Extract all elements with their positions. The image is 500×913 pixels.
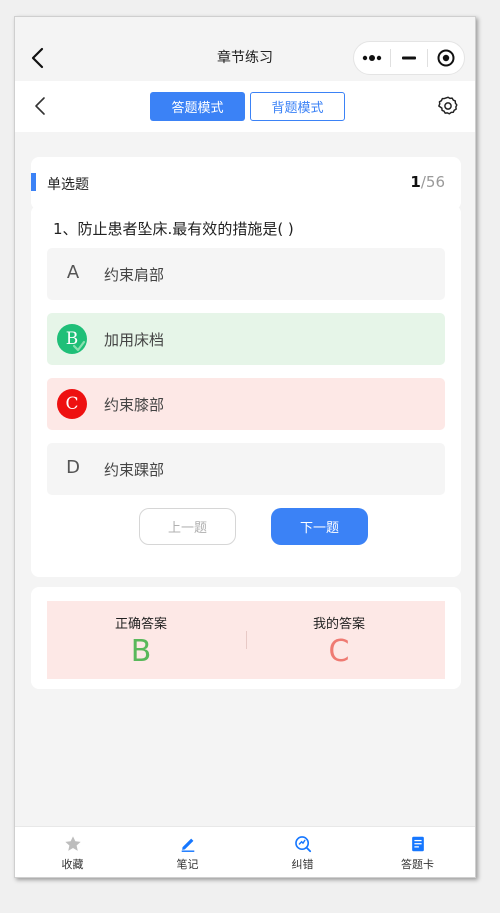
- question-text: 1、防止患者坠床.最有效的措施是( ): [53, 220, 294, 238]
- target-circle-icon: [437, 49, 455, 67]
- option-text: 约束膝部: [104, 396, 165, 414]
- question-progress: 1/56: [410, 173, 445, 191]
- option-text: 约束肩部: [104, 266, 165, 284]
- option-text: 加用床档: [104, 331, 165, 349]
- option-d[interactable]: D 约束踝部: [47, 443, 445, 495]
- tab-label: 答题卡: [401, 858, 434, 871]
- option-letter: A: [66, 262, 80, 283]
- tab-favorite[interactable]: 收藏: [15, 827, 130, 877]
- option-c-wrong[interactable]: C 约束膝部: [47, 378, 445, 430]
- option-letter: D: [66, 457, 80, 478]
- progress-current: 1: [410, 173, 421, 191]
- close-miniprogram-button[interactable]: [428, 42, 464, 74]
- result-divider: [246, 631, 247, 649]
- minimize-button[interactable]: [391, 42, 427, 74]
- minus-icon: [402, 56, 416, 60]
- top-bar: 章节练习: [15, 17, 475, 81]
- more-button[interactable]: [354, 42, 390, 74]
- my-answer-value: C: [328, 634, 350, 669]
- bottom-tab-bar: 收藏 笔记 纠错 答题卡: [15, 826, 475, 877]
- capsule-menu: [353, 41, 465, 75]
- chevron-left-icon[interactable]: [33, 96, 47, 116]
- question-type-card: 单选题 1/56: [31, 157, 461, 210]
- star-icon: [64, 836, 81, 851]
- tab-correction[interactable]: 纠错: [245, 827, 360, 877]
- answer-result-box: 正确答案 B 我的答案 C: [47, 601, 445, 679]
- answer-card-icon: [411, 836, 424, 852]
- option-b-correct[interactable]: B 加用床档: [47, 313, 445, 365]
- answer-mode-button[interactable]: 答题模式: [150, 92, 245, 121]
- accent-bar: [31, 173, 36, 191]
- correct-answer-label: 正确答案: [114, 617, 167, 632]
- option-a[interactable]: A 约束肩部: [47, 248, 445, 300]
- tab-label: 笔记: [176, 858, 199, 871]
- question-card: 1、防止患者坠床.最有效的措施是( ) A 约束肩部 B 加用床档 C 约束膝部…: [31, 205, 461, 577]
- phone-frame: 章节练习 答题模式 背题模式 单选题 1/56 1、防止患者坠床.最有效的措施是…: [14, 16, 476, 878]
- tab-notes[interactable]: 笔记: [130, 827, 245, 877]
- settings-gear-icon[interactable]: [437, 95, 459, 117]
- tab-label: 收藏: [61, 858, 84, 871]
- correction-icon: [294, 836, 311, 853]
- tab-answer-card[interactable]: 答题卡: [360, 827, 475, 877]
- my-answer-block: 我的答案 C: [279, 613, 399, 669]
- tab-label: 纠错: [291, 858, 314, 871]
- pencil-icon: [181, 838, 194, 852]
- previous-question-button[interactable]: 上一题: [139, 508, 236, 545]
- recite-mode-button[interactable]: 背题模式: [250, 92, 345, 121]
- correct-answer-value: B: [130, 634, 152, 669]
- correct-answer-block: 正确答案 B: [81, 613, 201, 669]
- next-question-button[interactable]: 下一题: [271, 508, 368, 545]
- wrong-option-badge: C: [57, 389, 87, 419]
- answer-result-card: 正确答案 B 我的答案 C: [31, 587, 461, 689]
- checkmark-icon: [72, 340, 86, 352]
- progress-total: /56: [420, 173, 445, 191]
- option-text: 约束踝部: [104, 461, 165, 479]
- more-dots-icon: [362, 55, 382, 61]
- my-answer-label: 我的答案: [312, 617, 365, 632]
- mode-header: 答题模式 背题模式: [15, 81, 475, 132]
- question-type-label: 单选题: [47, 177, 89, 193]
